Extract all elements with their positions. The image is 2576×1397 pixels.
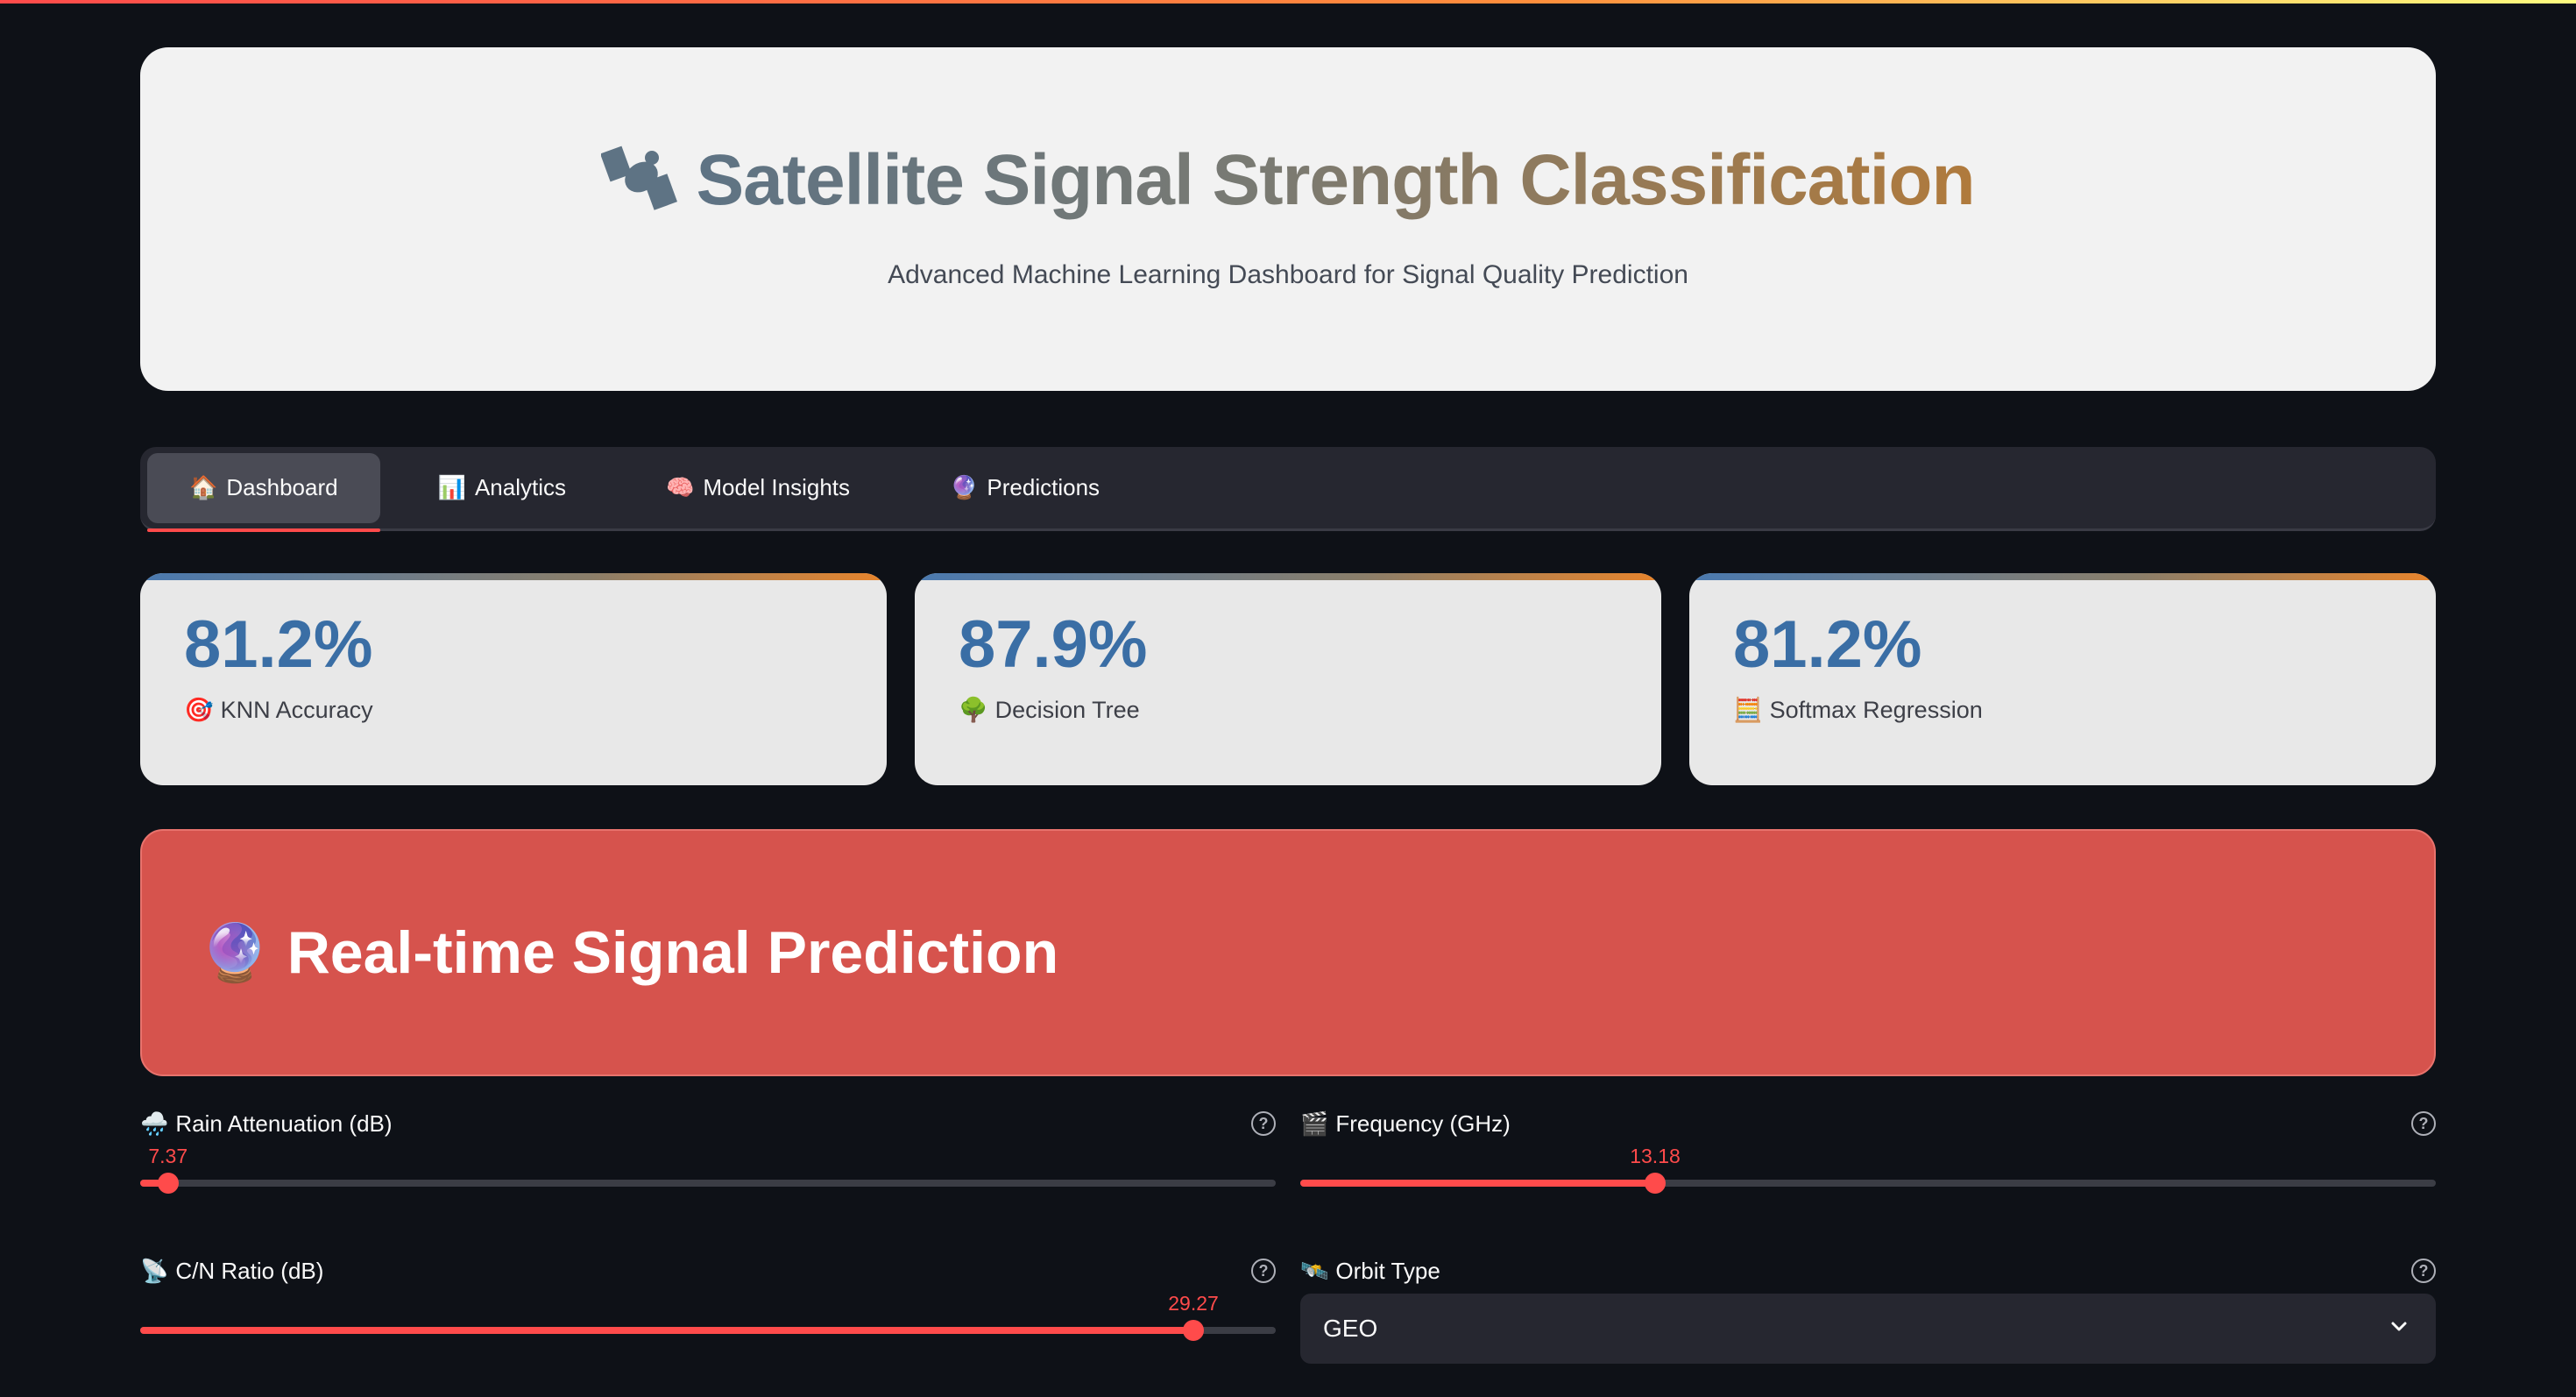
clapper-icon: 🎬: [1300, 1110, 1329, 1137]
label-text: C/N Ratio (dB): [175, 1257, 324, 1284]
frequency-label: 🎬 Frequency (GHz): [1300, 1110, 1511, 1138]
main-container: Satellite Signal Strength Classification…: [140, 47, 2436, 1364]
tab-analytics[interactable]: 📊 Analytics: [396, 453, 608, 523]
prediction-banner: 🔮 Real-time Signal Prediction: [140, 829, 2436, 1076]
help-icon[interactable]: ?: [2411, 1111, 2436, 1136]
crystal-ball-icon: 🔮: [200, 920, 270, 984]
rain-attenuation-slider[interactable]: 7.37: [140, 1145, 1276, 1197]
metric-label-text: Softmax Regression: [1769, 696, 1983, 723]
page-title: Satellite Signal Strength Classification: [600, 139, 1976, 222]
chevron-down-icon: [2388, 1315, 2410, 1343]
tab-label: Model Insights: [703, 474, 851, 500]
metric-label: 🎯 KNN Accuracy: [184, 696, 843, 724]
frequency-slider[interactable]: 13.18: [1300, 1145, 2436, 1197]
label-text: Orbit Type: [1335, 1257, 1440, 1284]
frequency-control: 🎬 Frequency (GHz) ? 13.18: [1300, 1106, 2436, 1204]
slider-thumb[interactable]: [157, 1173, 179, 1194]
rain-attenuation-label: 🌧️ Rain Attenuation (dB): [140, 1110, 393, 1138]
label-text: Rain Attenuation (dB): [175, 1110, 393, 1137]
help-icon[interactable]: ?: [1251, 1111, 1276, 1136]
bar-chart-icon: 📊: [437, 474, 466, 500]
metrics-row: 81.2% 🎯 KNN Accuracy 87.9% 🌳 Decision Tr…: [140, 573, 2436, 785]
satellite-icon: [600, 144, 680, 218]
slider-fill: [1300, 1180, 1655, 1187]
select-value: GEO: [1323, 1315, 1378, 1342]
metric-label: 🌳 Decision Tree: [959, 696, 1617, 724]
page-subtitle: Advanced Machine Learning Dashboard for …: [888, 260, 1688, 289]
prediction-controls: 🌧️ Rain Attenuation (dB) ? 7.37 🎬 Freque…: [140, 1106, 2436, 1364]
rain-cloud-icon: 🌧️: [140, 1110, 169, 1137]
tab-label: Dashboard: [226, 474, 338, 500]
slider-fill: [140, 1327, 1194, 1334]
orbit-type-label: 🛰️ Orbit Type: [1300, 1258, 1440, 1285]
tab-bar: 🏠 Dashboard 📊 Analytics 🧠 Model Insights…: [140, 447, 2436, 532]
brain-icon: 🧠: [666, 474, 695, 500]
top-decoration-bar: [0, 0, 2576, 4]
metric-value: 81.2%: [184, 607, 373, 682]
satellite-icon: 🛰️: [1300, 1257, 1329, 1284]
metric-label-text: KNN Accuracy: [220, 696, 373, 723]
crystal-ball-icon: 🔮: [950, 474, 979, 500]
metric-card-softmax: 81.2% 🧮 Softmax Regression: [1689, 573, 2436, 785]
slider-track[interactable]: [140, 1180, 1276, 1187]
label-text: Frequency (GHz): [1335, 1110, 1511, 1137]
slider-thumb[interactable]: [1183, 1320, 1205, 1341]
tab-label: Predictions: [987, 474, 1100, 500]
metric-value: 87.9%: [959, 607, 1148, 682]
title-text: Satellite Signal Strength Classification: [696, 140, 1975, 220]
metric-card-knn: 81.2% 🎯 KNN Accuracy: [140, 573, 887, 785]
slider-value: 13.18: [1630, 1145, 1681, 1167]
banner-title: Real-time Signal Prediction: [287, 919, 1059, 986]
metric-value: 81.2%: [1733, 607, 1922, 682]
metric-label-text: Decision Tree: [994, 696, 1140, 723]
rain-attenuation-control: 🌧️ Rain Attenuation (dB) ? 7.37: [140, 1106, 1276, 1204]
slider-value: 29.27: [1168, 1292, 1219, 1315]
slider-value: 7.37: [148, 1145, 188, 1167]
tab-label: Analytics: [474, 474, 566, 500]
satellite-dish-icon: 📡: [140, 1257, 169, 1284]
metric-label: 🧮 Softmax Regression: [1733, 696, 2392, 724]
tab-dashboard[interactable]: 🏠 Dashboard: [147, 452, 380, 532]
cn-ratio-slider[interactable]: 29.27: [140, 1292, 1276, 1344]
header-card: Satellite Signal Strength Classification…: [140, 47, 2436, 391]
tab-model-insights[interactable]: 🧠 Model Insights: [624, 453, 892, 523]
orbit-type-control: 🛰️ Orbit Type ? GEO: [1300, 1253, 2436, 1364]
abacus-icon: 🧮: [1733, 697, 1763, 723]
help-icon[interactable]: ?: [2411, 1259, 2436, 1283]
cn-ratio-label: 📡 C/N Ratio (dB): [140, 1258, 323, 1285]
slider-thumb[interactable]: [1645, 1173, 1666, 1194]
metric-card-decision-tree: 87.9% 🌳 Decision Tree: [915, 573, 1661, 785]
tab-predictions[interactable]: 🔮 Predictions: [908, 453, 1142, 523]
orbit-type-select[interactable]: GEO: [1300, 1294, 2436, 1364]
cn-ratio-control: 📡 C/N Ratio (dB) ? 29.27: [140, 1253, 1276, 1351]
target-icon: 🎯: [184, 697, 214, 723]
tree-icon: 🌳: [959, 697, 988, 723]
help-icon[interactable]: ?: [1251, 1259, 1276, 1283]
home-icon: 🏠: [189, 474, 218, 500]
